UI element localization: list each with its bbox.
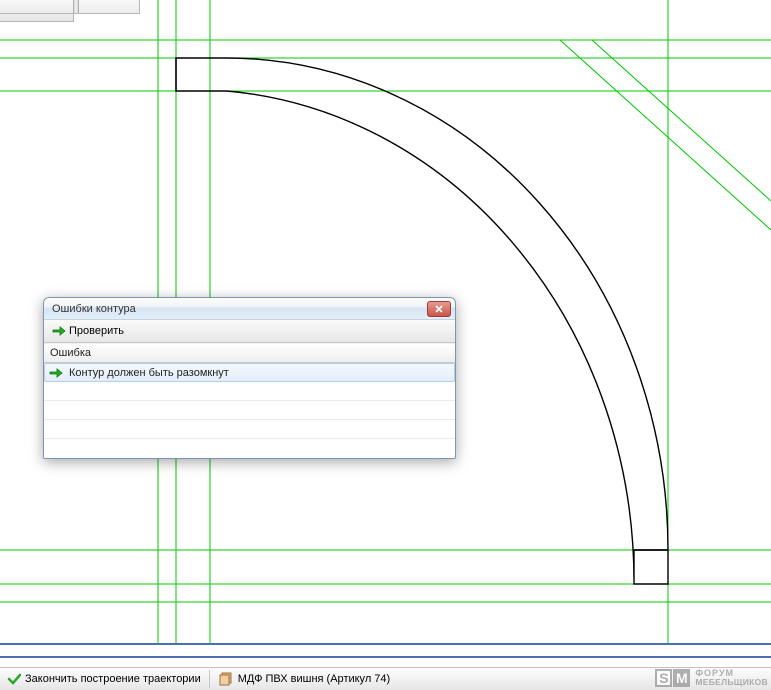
grid-row-empty — [44, 401, 455, 420]
toolbar-fragment-top-2 — [0, 14, 74, 22]
finish-trajectory-label: Закончить построение траектории — [25, 673, 201, 685]
close-icon — [435, 305, 443, 313]
grid-row-empty — [44, 439, 455, 458]
dialog-titlebar[interactable]: Ошибки контура — [44, 298, 455, 320]
grid-row-text: Контур должен быть разомкнут — [67, 367, 229, 379]
dialog-toolbar: Проверить — [44, 320, 455, 343]
grid-row-empty — [44, 420, 455, 439]
layers-icon — [218, 671, 234, 687]
arrow-right-icon — [45, 367, 67, 379]
status-separator — [209, 670, 210, 688]
grid-column-header[interactable]: Ошибка — [44, 343, 455, 363]
contour-errors-dialog: Ошибки контура Проверить Ошибка Контур д… — [43, 297, 456, 459]
finish-trajectory-button[interactable]: Закончить построение траектории — [0, 669, 208, 690]
toolbar-fragment-top — [0, 0, 140, 14]
grid-row-empty — [44, 382, 455, 401]
horizontal-ruler — [0, 643, 771, 658]
grid-body[interactable]: Контур должен быть разомкнут — [44, 363, 455, 458]
check-button-label: Проверить — [69, 325, 124, 337]
material-button[interactable]: МДФ ПВХ вишня (Артикул 74) — [211, 669, 397, 690]
dialog-title: Ошибки контура — [52, 303, 427, 315]
status-bar: Закончить построение траектории МДФ ПВХ … — [0, 667, 771, 690]
column-header-label: Ошибка — [50, 347, 91, 359]
dialog-close-button[interactable] — [427, 301, 451, 317]
checkmark-icon — [7, 672, 21, 686]
material-label: МДФ ПВХ вишня (Артикул 74) — [238, 673, 390, 685]
check-button[interactable]: Проверить — [48, 323, 128, 339]
grid-row[interactable]: Контур должен быть разомкнут — [44, 363, 455, 382]
arrow-right-icon — [52, 325, 66, 337]
